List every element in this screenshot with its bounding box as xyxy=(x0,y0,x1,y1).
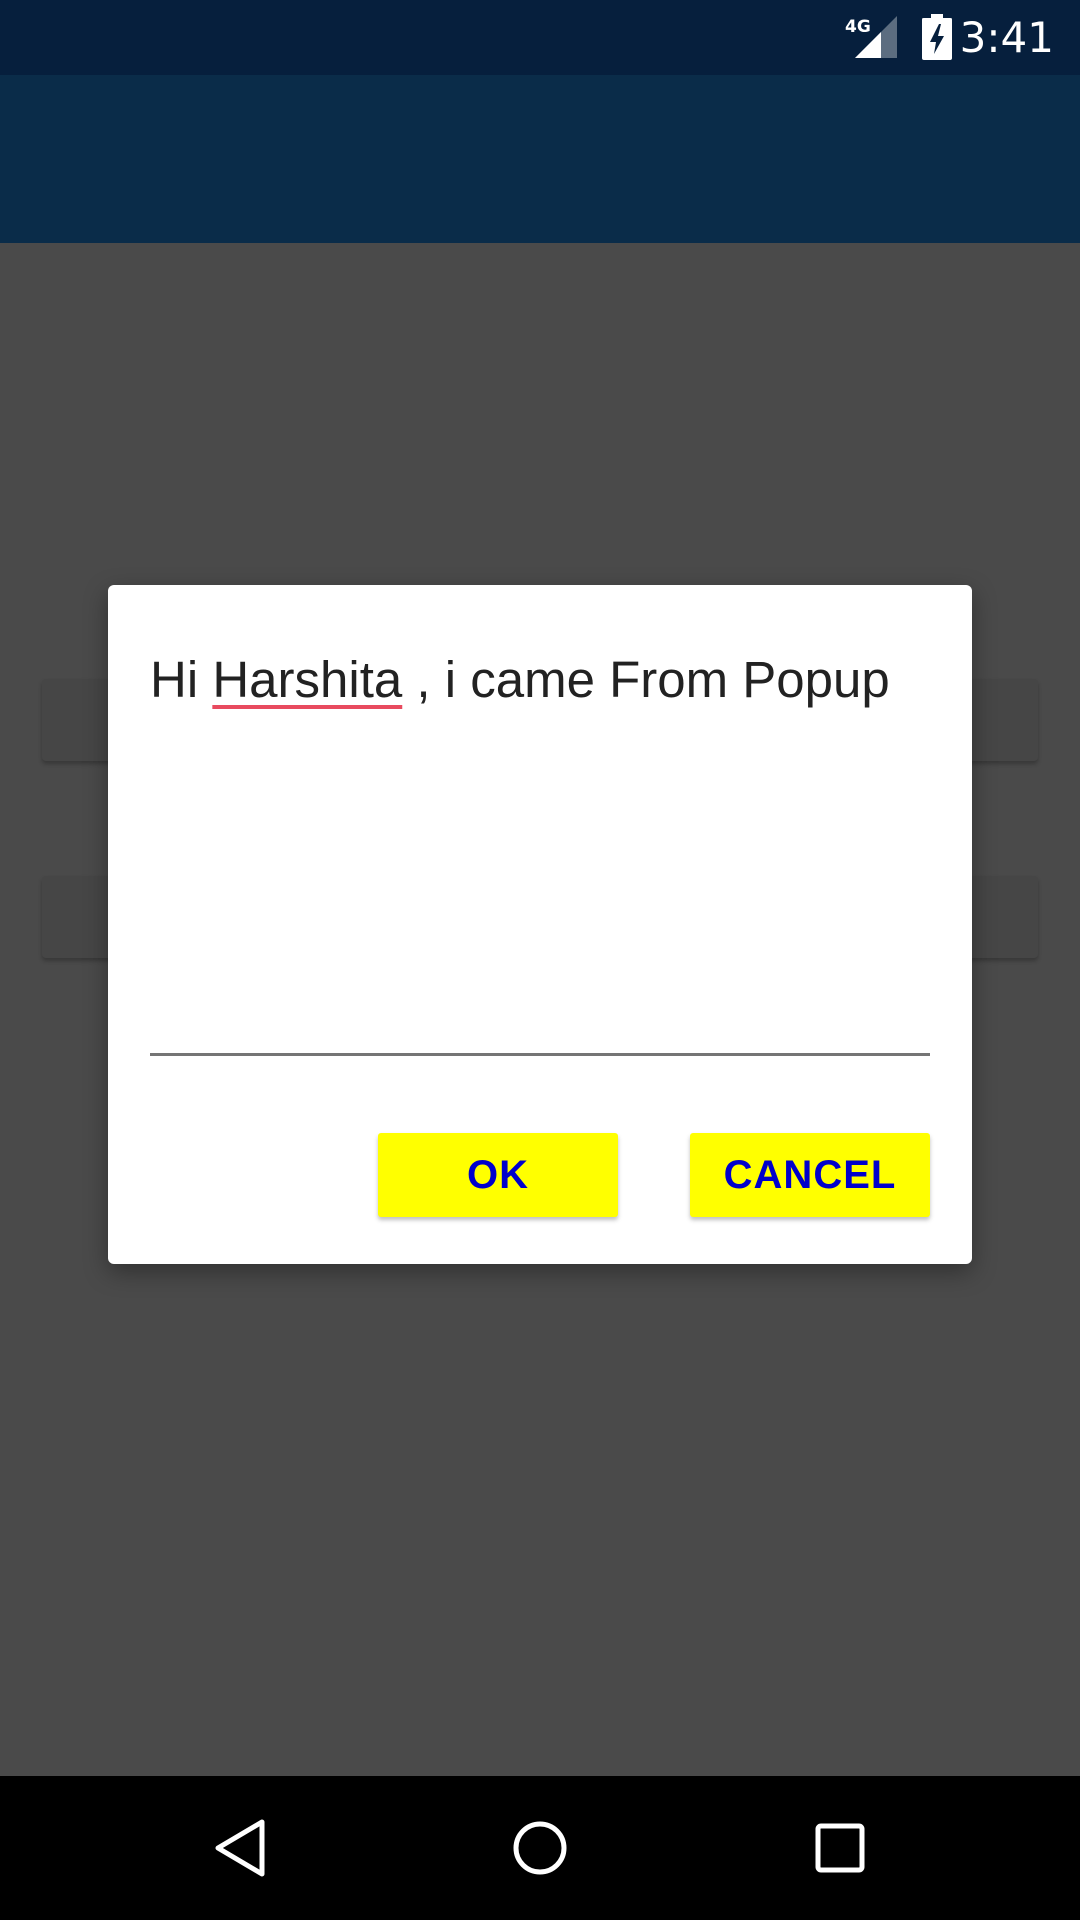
network-type-label: 4G xyxy=(845,17,871,37)
message-suffix: , i came From Popup xyxy=(402,651,890,708)
status-bar: 4G 3:41 xyxy=(0,0,1080,75)
status-time: 3:41 xyxy=(959,13,1054,62)
dialog-message: Hi Harshita , i came From Popup xyxy=(150,650,950,709)
back-icon[interactable] xyxy=(210,1812,270,1884)
battery-charging-icon xyxy=(922,14,952,60)
recent-apps-icon[interactable] xyxy=(812,1812,868,1884)
signal-icon: 4G xyxy=(845,16,897,58)
popup-dialog: Hi Harshita , i came From Popup OK CANCE… xyxy=(108,585,972,1264)
app-bar xyxy=(0,75,1080,243)
cancel-button[interactable]: CANCEL xyxy=(690,1133,930,1217)
dialog-input-field[interactable] xyxy=(150,1053,930,1056)
home-icon[interactable] xyxy=(510,1812,570,1884)
navigation-bar xyxy=(0,1776,1080,1920)
message-name: Harshita xyxy=(212,651,403,708)
message-prefix: Hi xyxy=(150,651,213,708)
ok-button[interactable]: OK xyxy=(378,1133,618,1217)
